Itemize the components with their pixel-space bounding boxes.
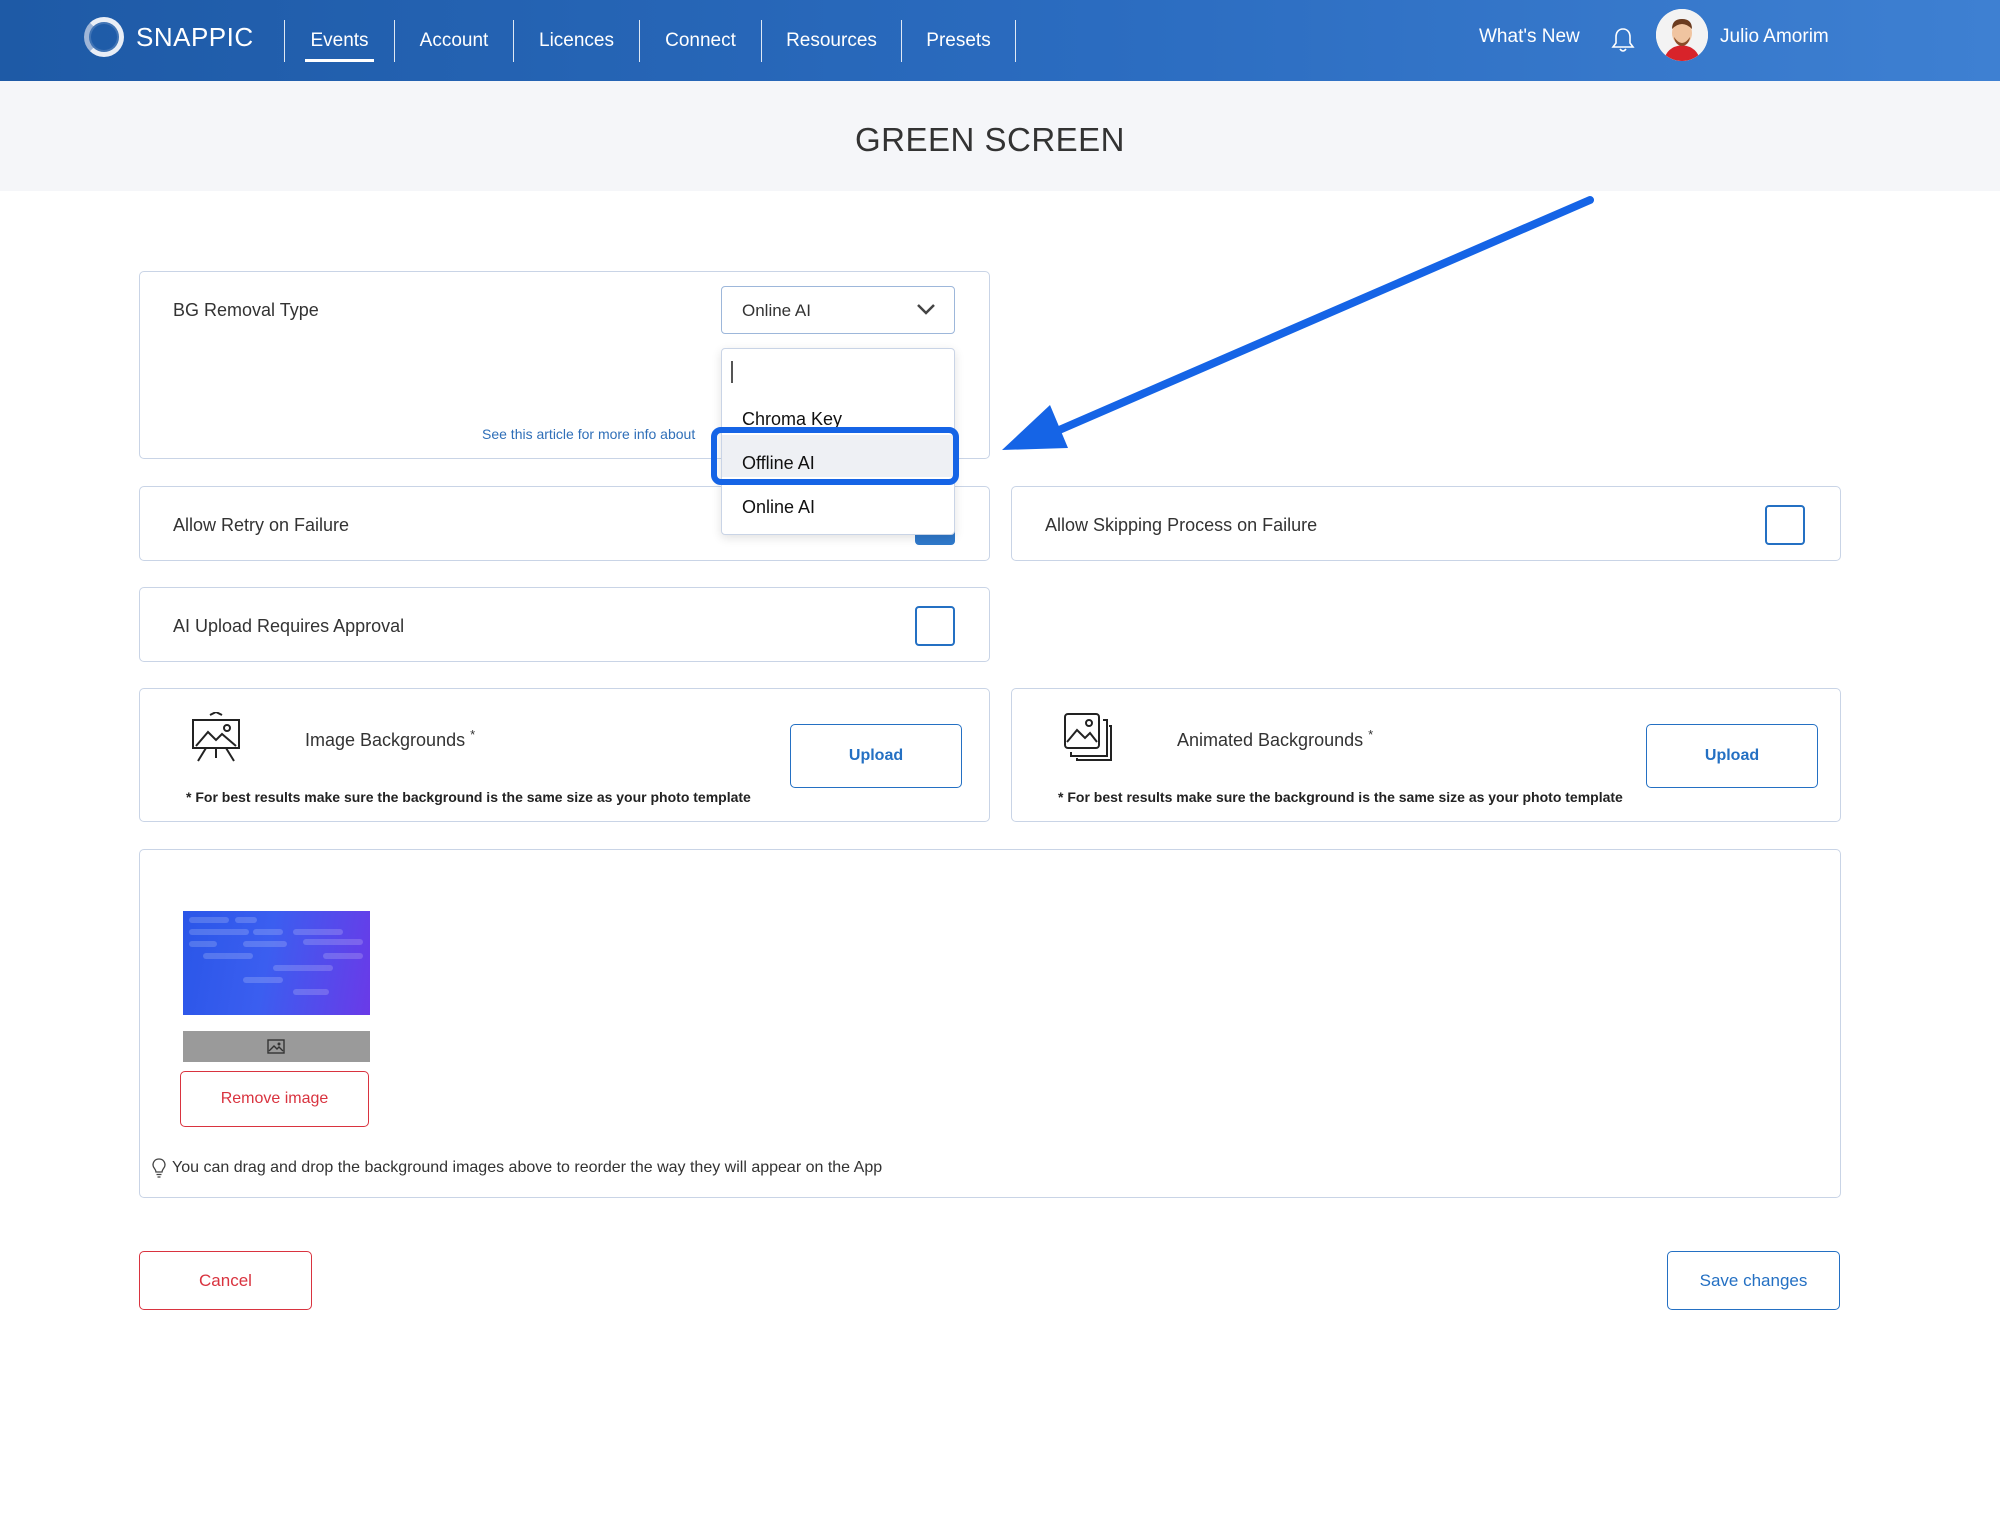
nav-resources[interactable]: Resources [761,20,901,62]
user-avatar[interactable] [1656,9,1708,61]
ai-approval-checkbox[interactable] [915,606,955,646]
avatar-portrait-icon [1656,9,1708,61]
option-highlight-box [711,427,959,485]
lightbulb-icon [152,1158,166,1178]
bg-removal-info-link[interactable]: See this article for more info about [482,426,695,442]
image-icon [267,1039,285,1054]
thumbnail-toolbar [183,1031,370,1062]
annotation-arrow-icon [1002,196,1594,450]
dropdown-option-online-ai[interactable]: Online AI [742,497,815,518]
page-title: GREEN SCREEN [854,121,1126,158]
nav-events[interactable]: Events [284,20,394,62]
animated-upload-button[interactable]: Upload [1646,724,1818,788]
animated-backgrounds-note: * For best results make sure the backgro… [1058,789,1623,805]
remove-image-button[interactable]: Remove image [180,1071,369,1127]
bg-removal-label: BG Removal Type [173,300,319,320]
whats-new-link[interactable]: What's New [1479,26,1580,48]
background-thumbnail[interactable] [183,911,370,1015]
dropdown-search-caret[interactable] [731,361,733,383]
main-nav: Events Account Licences Connect Resource… [284,20,1016,62]
page-header: GREEN SCREEN [0,81,2000,191]
allow-skipping-checkbox[interactable] [1765,505,1805,545]
nav-connect[interactable]: Connect [639,20,761,62]
background-gallery-card [139,849,1841,1198]
reorder-tip: You can drag and drop the background ima… [152,1158,882,1178]
image-upload-button[interactable]: Upload [790,724,962,788]
bg-removal-select[interactable]: Online AI [721,286,955,334]
bg-removal-selected-value: Online AI [742,301,811,320]
easel-picture-icon [192,712,240,762]
allow-retry-label: Allow Retry on Failure [173,515,350,535]
chevron-down-icon [917,304,935,315]
logo-ring-icon [84,17,124,57]
nav-presets[interactable]: Presets [901,20,1016,62]
stacked-images-icon [1064,713,1112,761]
bell-icon[interactable] [1611,26,1635,54]
brand-name: SNAPPIC [136,21,254,52]
nav-account[interactable]: Account [394,20,513,62]
animated-backgrounds-label: Animated Backgrounds * [1177,727,1374,750]
allow-skipping-label: Allow Skipping Process on Failure [1045,515,1318,535]
save-changes-button[interactable]: Save changes [1667,1251,1840,1310]
top-navbar: SNAPPIC Events Account Licences Connect … [0,0,2000,81]
user-name[interactable]: Julio Amorim [1720,26,1829,48]
image-backgrounds-note: * For best results make sure the backgro… [186,789,751,805]
nav-licences[interactable]: Licences [513,20,639,62]
cancel-button[interactable]: Cancel [139,1251,312,1310]
brand-logo[interactable]: SNAPPIC [84,17,254,57]
ai-approval-label: AI Upload Requires Approval [173,616,405,636]
image-backgrounds-label: Image Backgrounds * [305,727,476,750]
reorder-tip-text: You can drag and drop the background ima… [172,1159,883,1176]
